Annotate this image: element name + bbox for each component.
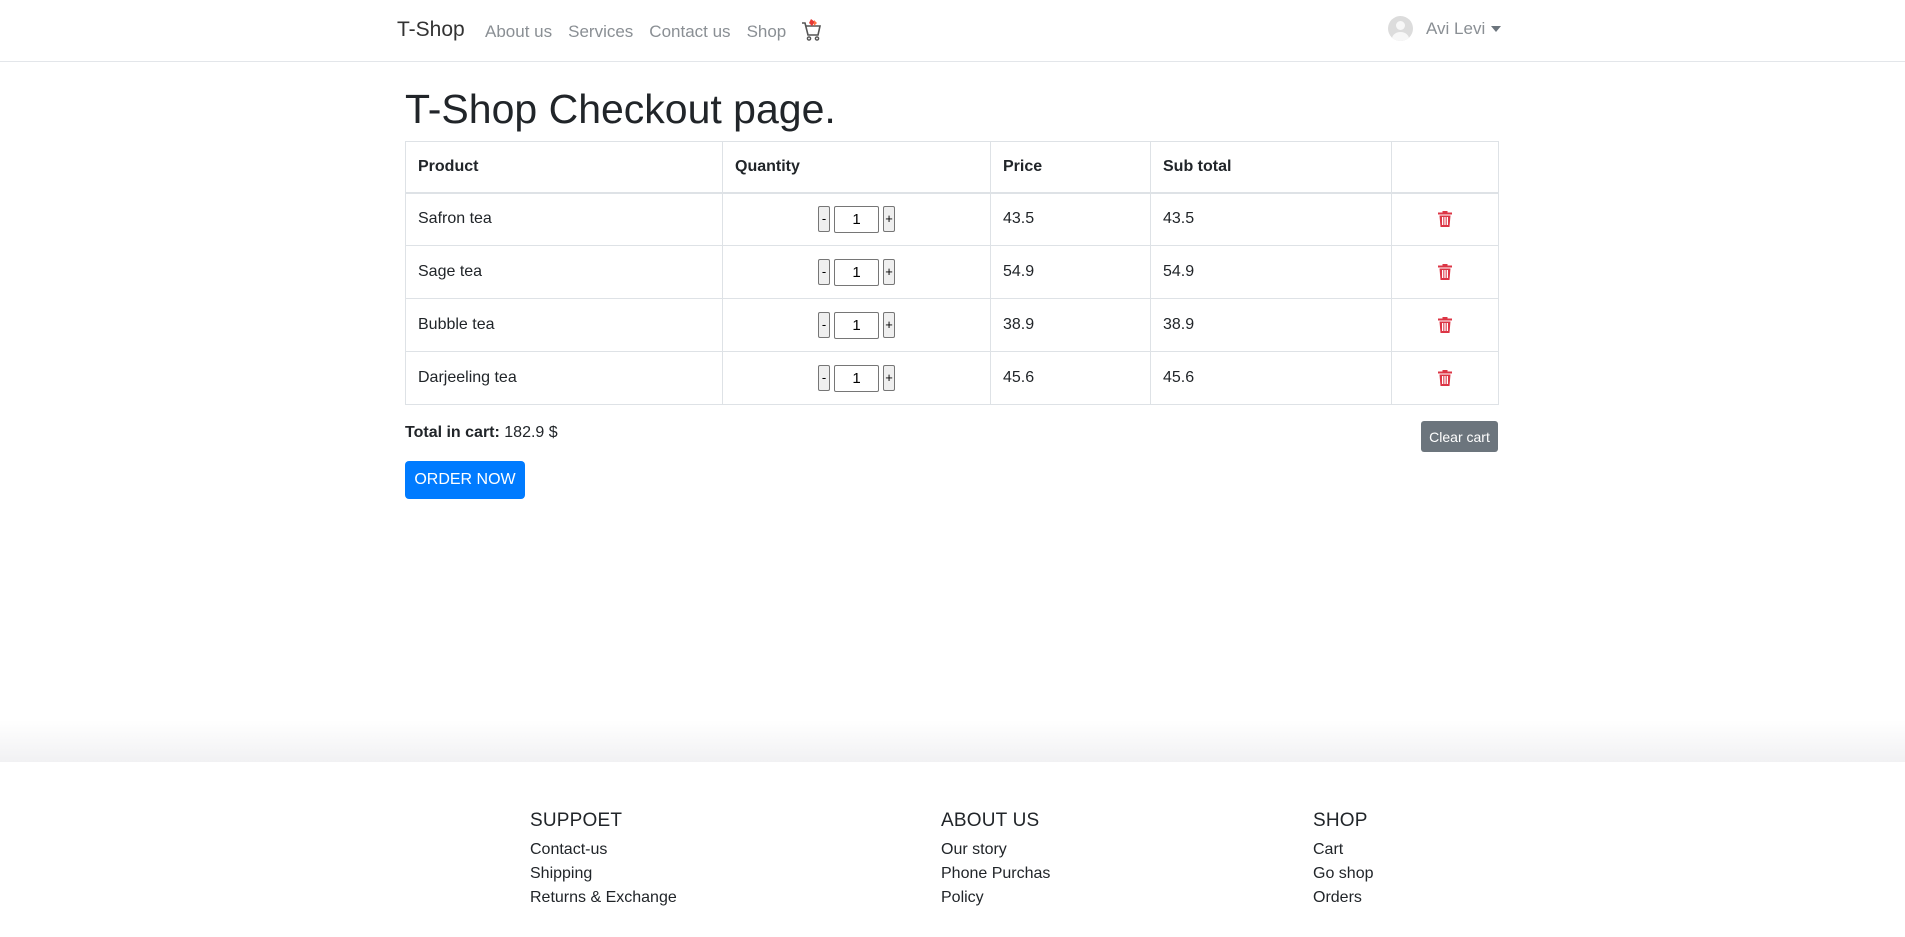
nav-link-shop[interactable]: Shop [747,22,787,42]
product-name: Sage tea [405,245,723,299]
decrease-quantity-button[interactable]: - [818,312,830,338]
brand-logo[interactable]: T-Shop [397,18,465,42]
nav-links: About us Services Contact us Shop [485,19,822,42]
quantity-input[interactable] [834,258,879,286]
page-title: T-Shop Checkout page. [405,86,836,132]
column-header-subtotal: Sub total [1150,141,1392,194]
subtotal-cell: 43.5 [1150,192,1392,246]
increase-quantity-button[interactable]: + [883,312,895,338]
nav-link-services[interactable]: Services [568,22,633,42]
price-cell: 45.6 [990,351,1151,405]
footer-divider-shade [0,720,1905,762]
footer-link-policy[interactable]: Policy [941,886,1050,910]
quantity-input[interactable] [834,205,879,233]
footer-heading: ABOUT US [941,810,1040,831]
trash-icon[interactable] [1438,369,1452,386]
delete-cell [1391,298,1499,352]
footer-link-contact-us[interactable]: Contact-us [530,838,677,862]
delete-cell [1391,192,1499,246]
quantity-cell: - + [722,298,991,352]
quantity-cell: - + [722,351,991,405]
column-header-product: Product [405,141,723,194]
quantity-input[interactable] [834,364,879,392]
shopping-cart-icon[interactable] [800,18,822,42]
footer-column-shop: SHOP Cart Go shop Orders [1313,810,1373,910]
table-row: Bubble tea - + 38.9 38.9 [405,298,1499,352]
order-now-button[interactable]: ORDER NOW [405,461,525,499]
product-name: Bubble tea [405,298,723,352]
footer-link-shipping[interactable]: Shipping [530,862,677,886]
footer-link-our-story[interactable]: Our story [941,838,1050,862]
column-header-price: Price [990,141,1151,194]
trash-icon[interactable] [1438,316,1452,333]
increase-quantity-button[interactable]: + [883,206,895,233]
table-header-row: Product Quantity Price Sub total [405,141,1499,194]
user-avatar-icon [1388,16,1413,41]
nav-link-about[interactable]: About us [485,22,552,42]
decrease-quantity-button[interactable]: - [818,259,830,285]
decrease-quantity-button[interactable]: - [818,206,830,233]
clear-cart-button[interactable]: Clear cart [1421,421,1498,452]
decrease-quantity-button[interactable]: - [818,365,830,391]
chevron-down-icon [1491,25,1502,32]
table-row: Safron tea - + 43.5 43.5 [405,192,1499,246]
product-name: Safron tea [405,192,723,246]
footer-heading: SUPPOET [530,810,623,831]
footer-column-about: ABOUT US Our story Phone Purchas Policy [941,810,1050,910]
delete-cell [1391,245,1499,299]
increase-quantity-button[interactable]: + [883,365,895,391]
price-cell: 54.9 [990,245,1151,299]
subtotal-cell: 54.9 [1150,245,1392,299]
footer-link-returns[interactable]: Returns & Exchange [530,886,677,910]
subtotal-cell: 38.9 [1150,298,1392,352]
total-label: Total in cart: [405,424,500,441]
column-header-actions [1391,141,1499,194]
site-footer: SUPPOET Contact-us Shipping Returns & Ex… [0,762,1905,937]
footer-link-orders[interactable]: Orders [1313,886,1373,910]
trash-icon[interactable] [1438,211,1452,228]
quantity-input[interactable] [834,311,879,339]
product-name: Darjeeling tea [405,351,723,405]
footer-heading: SHOP [1313,810,1368,831]
column-header-quantity: Quantity [722,141,991,194]
footer-column-support: SUPPOET Contact-us Shipping Returns & Ex… [530,810,677,910]
price-cell: 43.5 [990,192,1151,246]
subtotal-cell: 45.6 [1150,351,1392,405]
footer-link-cart[interactable]: Cart [1313,838,1373,862]
quantity-cell: - + [722,192,991,246]
nav-link-contact[interactable]: Contact us [649,22,730,42]
total-value: 182.9 $ [499,424,558,441]
cart-table: Product Quantity Price Sub total Safron … [405,141,1499,405]
table-row: Sage tea - + 54.9 54.9 [405,245,1499,299]
delete-cell [1391,351,1499,405]
cart-total: Total in cart: 182.9 $ [405,424,558,442]
user-menu-dropdown[interactable]: Avi Levi [1388,16,1502,41]
table-row: Darjeeling tea - + 45.6 45.6 [405,351,1499,405]
footer-link-go-shop[interactable]: Go shop [1313,862,1373,886]
quantity-cell: - + [722,245,991,299]
footer-link-phone-purchase[interactable]: Phone Purchas [941,862,1050,886]
user-name: Avi Levi [1426,18,1486,38]
price-cell: 38.9 [990,298,1151,352]
trash-icon[interactable] [1438,263,1452,280]
increase-quantity-button[interactable]: + [883,259,895,285]
top-navbar: T-Shop About us Services Contact us Shop… [0,0,1905,62]
